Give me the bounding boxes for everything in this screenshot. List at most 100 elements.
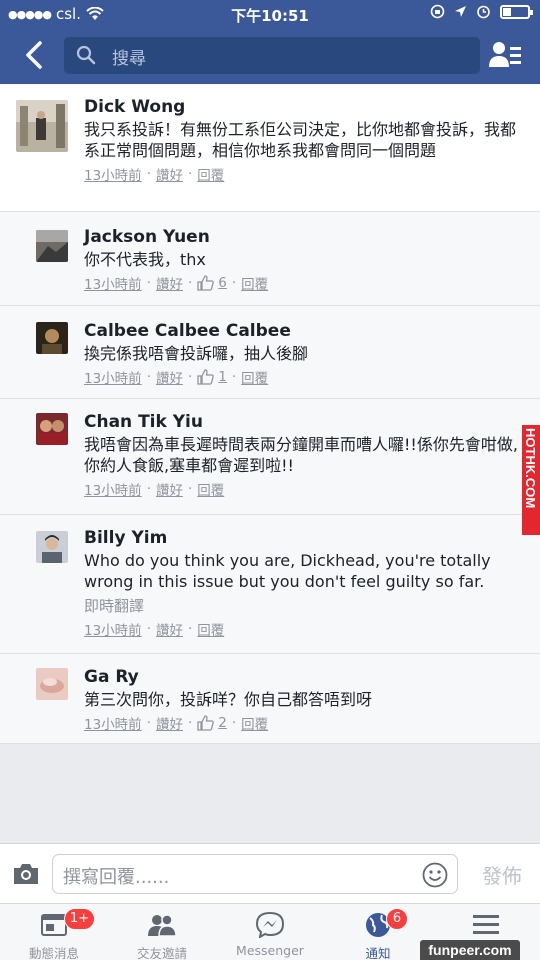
comment-time[interactable]: 13小時前: [84, 164, 142, 184]
comment-item: Billy Yim Who do you think you are, Dick…: [0, 515, 540, 654]
commenter-name[interactable]: Billy Yim: [84, 527, 524, 549]
separator-dot: ·: [146, 715, 151, 731]
commenter-name[interactable]: Calbee Calbee Calbee: [84, 320, 524, 342]
comment-item: Calbee Calbee Calbee 換完係我唔會投訴囉，抽人後腳 13小時…: [0, 306, 540, 399]
tab-notifications[interactable]: 6 通知: [324, 904, 432, 960]
notification-badge: 1+: [64, 908, 96, 930]
separator-dot: ·: [146, 621, 151, 637]
friend-requests-icon: [148, 914, 176, 937]
comment-meta: 13小時前 · 讚好 · 回覆: [84, 479, 524, 499]
comment-text: 你不代表我，thx: [84, 250, 206, 269]
commenter-name[interactable]: Dick Wong: [84, 96, 524, 118]
camera-icon[interactable]: [12, 862, 40, 886]
like-link[interactable]: 讚好: [156, 367, 183, 387]
comment-time[interactable]: 13小時前: [84, 713, 142, 733]
thumbs-up-icon: [197, 369, 215, 385]
tab-news-feed[interactable]: 1+ 動態消息: [0, 904, 108, 960]
comment-meta: 13小時前 · 讚好 · 1 · 回覆: [84, 367, 524, 387]
search-bar[interactable]: 搜尋: [64, 37, 480, 74]
translate-link[interactable]: 即時翻譯: [84, 595, 524, 616]
comment-time[interactable]: 13小時前: [84, 367, 142, 387]
rotation-lock-icon: [430, 4, 445, 19]
side-watermark: HOTHK.COM: [522, 425, 540, 535]
menu-icon: [473, 915, 499, 934]
avatar[interactable]: [36, 668, 68, 700]
tab-friend-requests[interactable]: 交友邀請: [108, 904, 216, 960]
like-count[interactable]: 2: [218, 715, 227, 731]
comment-item: Dick Wong 我只系投訴！有無份工系佢公司決定，比你地都會投訴，我都系正常…: [0, 84, 540, 212]
like-link[interactable]: 讚好: [156, 479, 183, 499]
separator-dot: ·: [146, 275, 151, 291]
comment-text: 我唔會因為車長遲時間表兩分鐘開車而嘈人囉!!係你先會咁做,你約人食飯,塞車都會遲…: [84, 435, 518, 475]
thumbs-up-icon: [197, 275, 215, 291]
comment-text: 第三次問你，投訴咩？你自己都答唔到呀: [84, 690, 373, 709]
side-watermark-text: HOTHK.COM: [523, 428, 538, 509]
like-link[interactable]: 讚好: [156, 164, 183, 184]
reply-link[interactable]: 回覆: [197, 164, 224, 184]
comment-meta: 13小時前 · 讚好 · 2 · 回覆: [84, 713, 524, 733]
separator-dot: ·: [187, 166, 193, 182]
battery-icon: [500, 4, 533, 19]
comment-time[interactable]: 13小時前: [84, 479, 142, 499]
search-icon: [76, 45, 96, 65]
reply-input[interactable]: 撰寫回覆......: [52, 854, 458, 894]
reply-link[interactable]: 回覆: [197, 619, 224, 639]
thumbs-up-icon: [197, 715, 215, 731]
reply-composer: 撰寫回覆...... 發佈: [0, 843, 540, 903]
avatar[interactable]: [36, 230, 68, 262]
messenger-icon: [256, 912, 284, 938]
separator-dot: ·: [231, 275, 237, 291]
separator-dot: ·: [231, 715, 237, 731]
like-count[interactable]: 6: [218, 275, 227, 291]
alarm-icon: [477, 5, 490, 19]
comment-meta: 13小時前 · 讚好 · 6 · 回覆: [84, 273, 524, 293]
reply-link[interactable]: 回覆: [241, 367, 268, 387]
notification-badge: 6: [386, 908, 408, 930]
top-header: ●●●●● csl. 下午10:51 搜尋: [0, 0, 540, 84]
avatar[interactable]: [36, 531, 68, 563]
commenter-name[interactable]: Jackson Yuen: [84, 226, 524, 248]
separator-dot: ·: [187, 481, 193, 497]
comment-time[interactable]: 13小時前: [84, 273, 142, 293]
avatar[interactable]: [36, 322, 68, 354]
comment-item: Chan Tik Yiu 我唔會因為車長遲時間表兩分鐘開車而嘈人囉!!係你先會咁…: [0, 399, 540, 515]
separator-dot: ·: [187, 369, 193, 385]
reply-link[interactable]: 回覆: [241, 273, 268, 293]
separator-dot: ·: [187, 715, 193, 731]
comment-item: Ga Ry 第三次問你，投訴咩？你自己都答唔到呀 13小時前 · 讚好 · 2 …: [0, 654, 540, 744]
tab-label: 通知: [365, 946, 391, 960]
avatar[interactable]: [16, 100, 68, 152]
reply-placeholder: 撰寫回覆......: [63, 867, 170, 888]
commenter-name[interactable]: Chan Tik Yiu: [84, 411, 524, 433]
like-link[interactable]: 讚好: [156, 713, 183, 733]
search-placeholder: 搜尋: [112, 49, 146, 69]
separator-dot: ·: [146, 481, 151, 497]
avatar[interactable]: [36, 413, 68, 445]
post-button[interactable]: 發佈: [482, 860, 522, 889]
like-link[interactable]: 讚好: [156, 619, 183, 639]
separator-dot: ·: [146, 166, 151, 182]
like-link[interactable]: 讚好: [156, 273, 183, 293]
comment-item: Jackson Yuen 你不代表我，thx 13小時前 · 讚好 · 6 · …: [0, 212, 540, 306]
friends-list-icon[interactable]: [488, 38, 522, 72]
separator-dot: ·: [187, 275, 193, 291]
tab-label: 交友邀請: [136, 946, 187, 960]
commenter-name[interactable]: Ga Ry: [84, 666, 524, 688]
comment-time[interactable]: 13小時前: [84, 619, 142, 639]
comment-list: Dick Wong 我只系投訴！有無份工系佢公司決定，比你地都會投訴，我都系正常…: [0, 84, 540, 744]
separator-dot: ·: [146, 369, 151, 385]
reply-link[interactable]: 回覆: [241, 713, 268, 733]
tab-label: Messenger: [236, 943, 304, 958]
back-arrow-icon[interactable]: [18, 38, 52, 72]
comment-text: 換完係我唔會投訴囉，抽人後腳: [84, 344, 309, 363]
emoji-icon[interactable]: [422, 862, 448, 888]
status-bar: ●●●●● csl. 下午10:51: [0, 0, 540, 30]
corner-watermark: funpeer.com: [420, 940, 520, 960]
reply-link[interactable]: 回覆: [197, 479, 224, 499]
tab-messenger[interactable]: Messenger: [216, 904, 324, 960]
separator-dot: ·: [187, 621, 193, 637]
like-count[interactable]: 1: [218, 369, 227, 385]
comment-meta: 13小時前 · 讚好 · 回覆: [84, 619, 524, 639]
location-icon: [455, 6, 466, 17]
status-icons: [430, 4, 533, 19]
